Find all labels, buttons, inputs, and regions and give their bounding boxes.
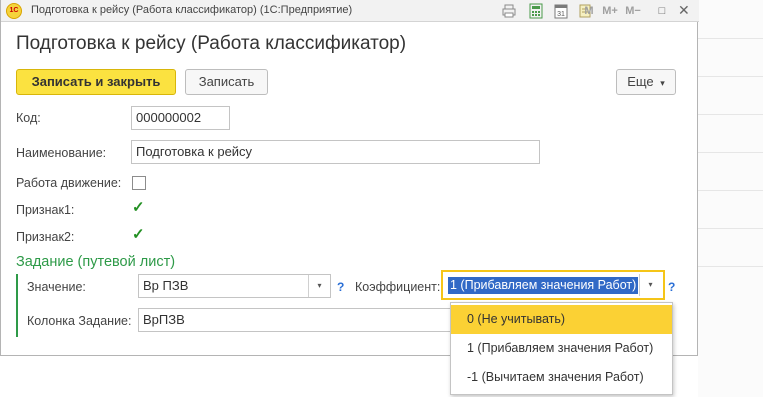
window-titlebar: 1С Подготовка к рейсу (Работа классифика…	[1, 0, 699, 22]
background-row-divider	[698, 228, 763, 229]
memory-minus-button[interactable]: M−	[623, 3, 643, 19]
value-select-text: Вр ПЗВ	[143, 278, 189, 293]
work-move-label: Работа движение:	[16, 176, 122, 190]
coefficient-selected-text: 1 (Прибавляем значения Работ)	[448, 277, 639, 294]
group-title: Задание (путевой лист)	[16, 254, 176, 270]
code-field[interactable]: 000000002	[131, 106, 230, 130]
sign1-checkbox[interactable]: ✓	[132, 199, 146, 217]
chevron-down-icon[interactable]: ▾	[639, 274, 661, 296]
window-title: Подготовка к рейсу (Работа классификатор…	[31, 4, 353, 16]
background-row-divider	[698, 190, 763, 191]
sign1-label: Признак1:	[16, 203, 75, 217]
background-row-divider	[698, 152, 763, 153]
sign2-checkbox[interactable]: ✓	[132, 226, 146, 244]
dropdown-option[interactable]: 1 (Прибавляем значения Работ)	[451, 334, 672, 363]
dropdown-option[interactable]: 0 (Не учитывать)	[451, 305, 672, 334]
coefficient-label: Коэффициент:	[355, 280, 441, 294]
calculator-icon[interactable]	[528, 3, 544, 19]
chevron-down-icon[interactable]: ▾	[308, 275, 330, 297]
memory-plus-button[interactable]: M+	[600, 3, 620, 19]
background-app-area	[698, 0, 763, 397]
sign2-label: Признак2:	[16, 230, 75, 244]
value-label: Значение:	[27, 280, 86, 294]
memory-m-button[interactable]: M	[582, 3, 596, 19]
column-field[interactable]: ВрПЗВ	[138, 308, 451, 332]
name-field[interactable]: Подготовка к рейсу	[131, 140, 540, 164]
code-label: Код:	[16, 111, 41, 125]
background-row-divider	[698, 266, 763, 267]
save-button[interactable]: Записать	[185, 69, 268, 95]
background-row-divider	[698, 76, 763, 77]
work-move-checkbox[interactable]	[132, 176, 146, 190]
app-logo-icon: 1С	[6, 3, 22, 19]
print-icon[interactable]	[501, 3, 517, 19]
coefficient-dropdown-list: 0 (Не учитывать) 1 (Прибавляем значения …	[450, 302, 673, 395]
chevron-down-icon: ▾	[660, 78, 665, 88]
column-label: Колонка Задание:	[27, 314, 132, 328]
dropdown-option[interactable]: -1 (Вычитаем значения Работ)	[451, 363, 672, 392]
save-and-close-button[interactable]: Записать и закрыть	[16, 69, 176, 95]
checkmark-icon: ✓	[132, 226, 145, 243]
background-row-divider	[698, 114, 763, 115]
close-button[interactable]: ✕	[678, 2, 690, 19]
background-row-divider	[698, 38, 763, 39]
svg-text:31: 31	[557, 11, 565, 18]
more-menu-button[interactable]: Еще ▾	[616, 69, 676, 95]
group-accent-line	[16, 274, 18, 337]
name-label: Наименование:	[16, 146, 107, 160]
calendar-icon[interactable]: 31	[553, 3, 569, 19]
checkmark-icon: ✓	[132, 199, 145, 216]
help-icon[interactable]: ?	[337, 280, 344, 294]
restore-button[interactable]: □	[655, 3, 669, 19]
value-select[interactable]: Вр ПЗВ ▾	[138, 274, 331, 298]
form-title: Подготовка к рейсу (Работа классификатор…	[16, 33, 407, 54]
help-icon[interactable]: ?	[668, 280, 675, 294]
more-menu-label: Еще	[627, 74, 654, 89]
